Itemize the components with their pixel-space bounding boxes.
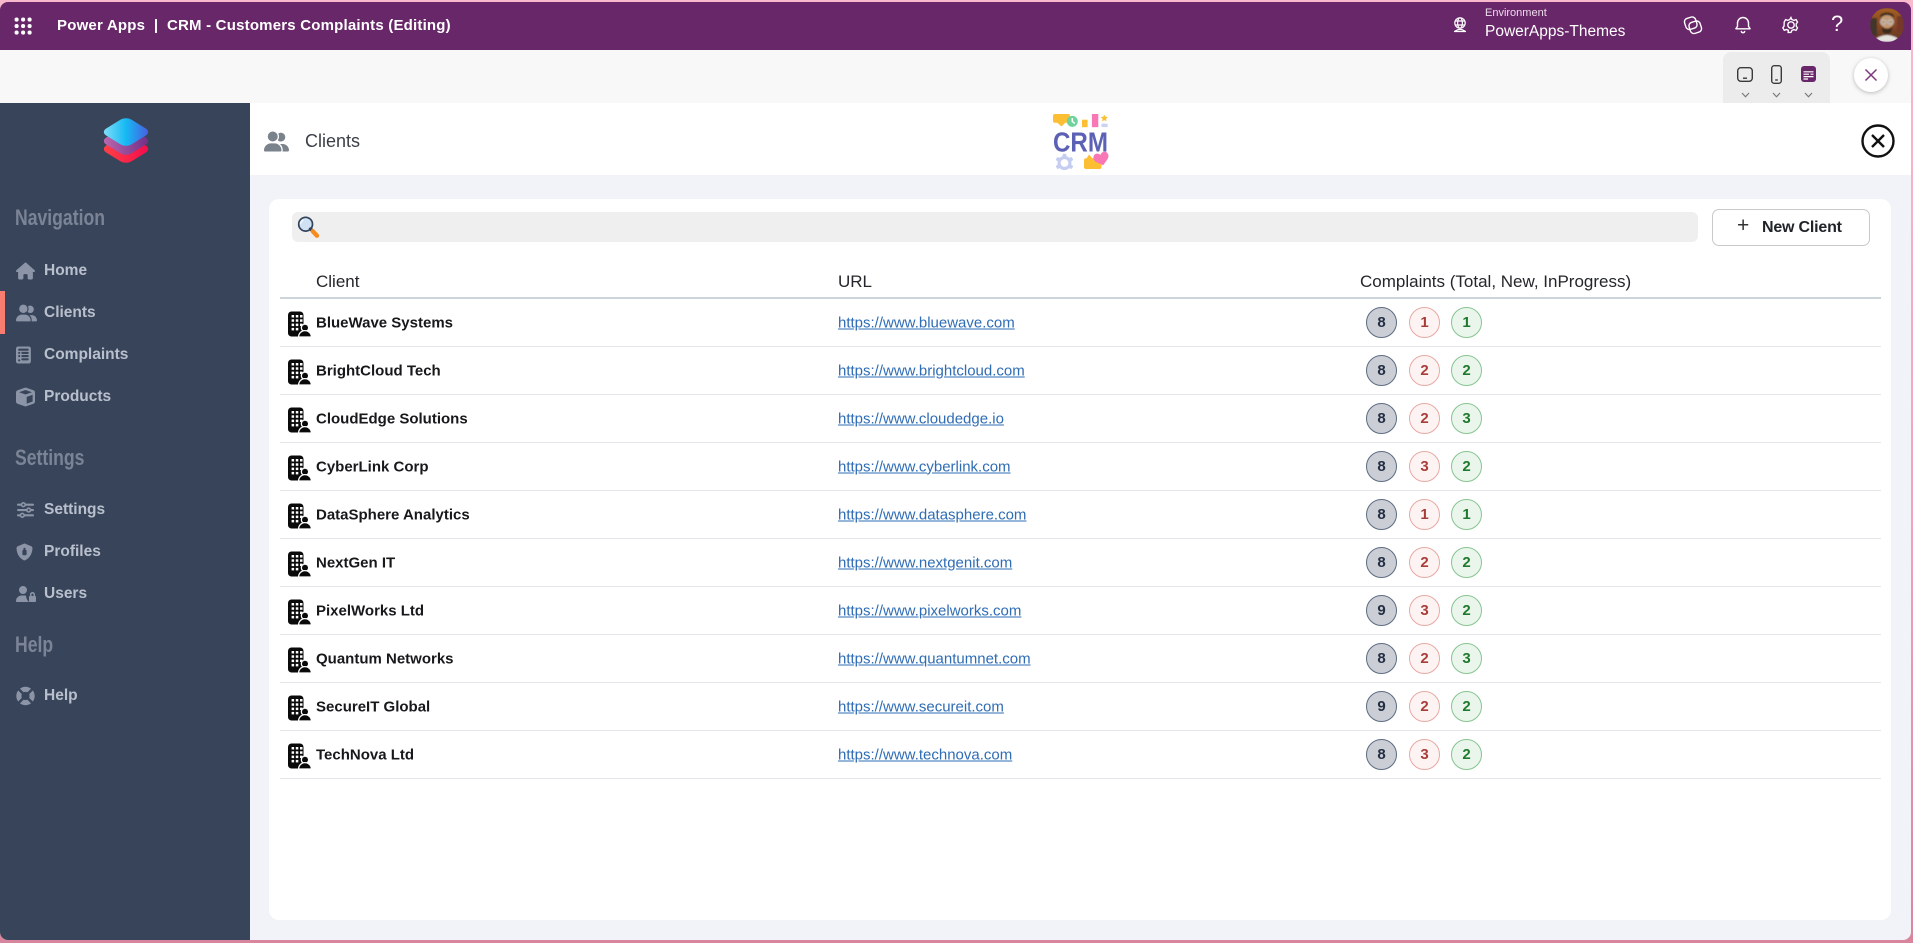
svg-text:CRM: CRM — [1053, 127, 1108, 158]
